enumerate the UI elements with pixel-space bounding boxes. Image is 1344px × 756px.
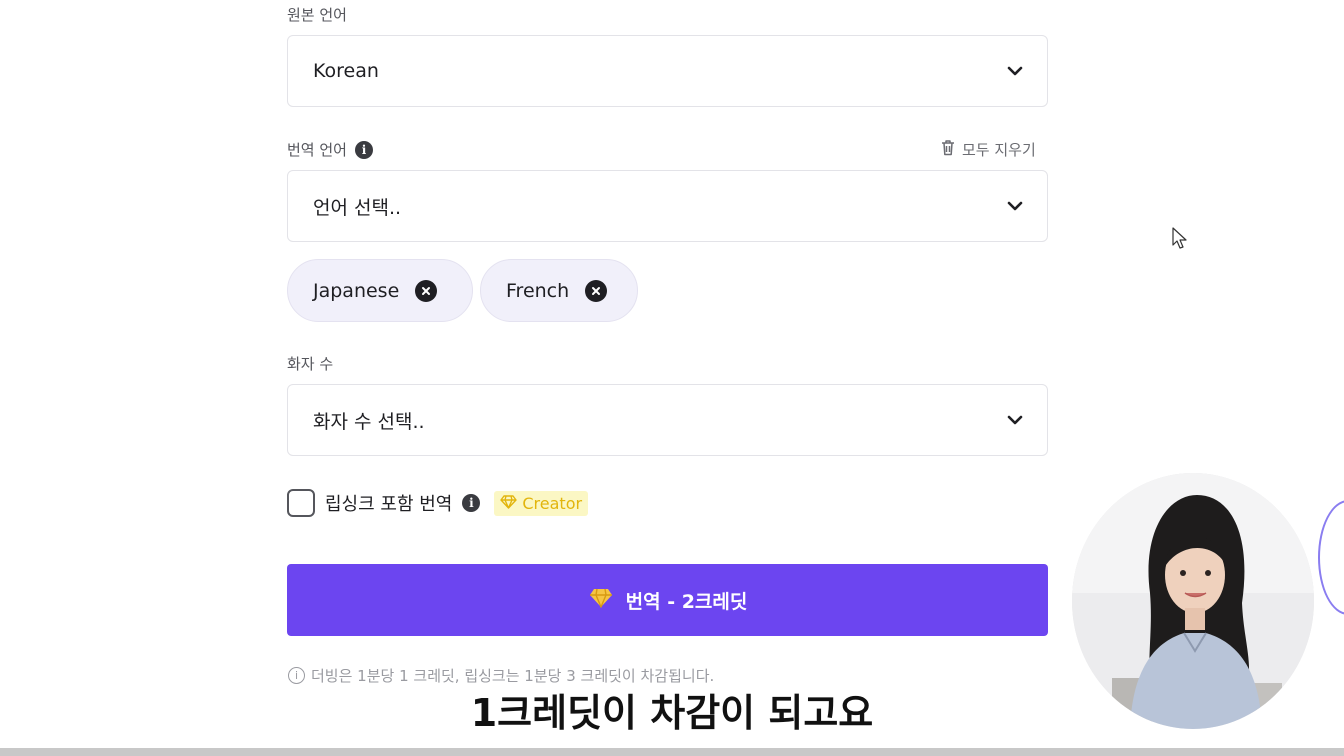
speakers-placeholder: 화자 수 선택..: [313, 410, 425, 433]
close-circle-icon[interactable]: [415, 279, 438, 302]
creator-badge-label: Creator: [522, 493, 583, 513]
target-language-placeholder: 언어 선택..: [313, 196, 402, 219]
lipsync-option: 립싱크 포함 번역 i Creator: [287, 489, 589, 517]
chevron-down-icon: [1007, 412, 1023, 428]
info-icon[interactable]: i: [354, 140, 373, 159]
language-chip-japanese: Japanese: [287, 259, 473, 322]
mouse-cursor-icon: [1172, 227, 1188, 255]
presenter-illustration: [1072, 473, 1314, 729]
source-language-label: 원본 언어: [287, 6, 347, 24]
info-icon[interactable]: i: [462, 494, 481, 512]
lipsync-label[interactable]: 립싱크 포함 번역: [325, 490, 452, 516]
clear-all-button[interactable]: 모두 지우기: [940, 139, 1036, 160]
speakers-select[interactable]: 화자 수 선택..: [287, 384, 1048, 456]
diamond-icon: [500, 494, 518, 513]
language-chip-french: French: [480, 259, 638, 322]
source-language-value: Korean: [313, 60, 379, 82]
trash-icon: [940, 139, 956, 160]
source-language-select[interactable]: Korean: [287, 35, 1048, 107]
target-language-select[interactable]: 언어 선택..: [287, 170, 1048, 242]
presenter-video-bubble: [1072, 473, 1314, 729]
clear-all-label: 모두 지우기: [962, 141, 1036, 159]
video-progress-bar[interactable]: [0, 748, 1344, 756]
chevron-down-icon: [1007, 63, 1023, 79]
target-language-label: 번역 언어: [287, 141, 347, 159]
decorative-ring: [1318, 500, 1344, 615]
chip-label: French: [506, 279, 570, 302]
translate-button[interactable]: 번역 - 2크레딧: [287, 564, 1048, 636]
target-language-label-row: 번역 언어 i: [287, 139, 373, 160]
creator-badge: Creator: [494, 490, 589, 516]
chevron-down-icon: [1007, 198, 1023, 214]
chip-label: Japanese: [313, 279, 400, 302]
lipsync-checkbox[interactable]: [287, 489, 315, 517]
close-circle-icon[interactable]: [585, 279, 608, 302]
diamond-icon: [588, 587, 614, 614]
translate-button-label: 번역 - 2크레딧: [625, 590, 748, 613]
speakers-label: 화자 수: [287, 355, 334, 373]
